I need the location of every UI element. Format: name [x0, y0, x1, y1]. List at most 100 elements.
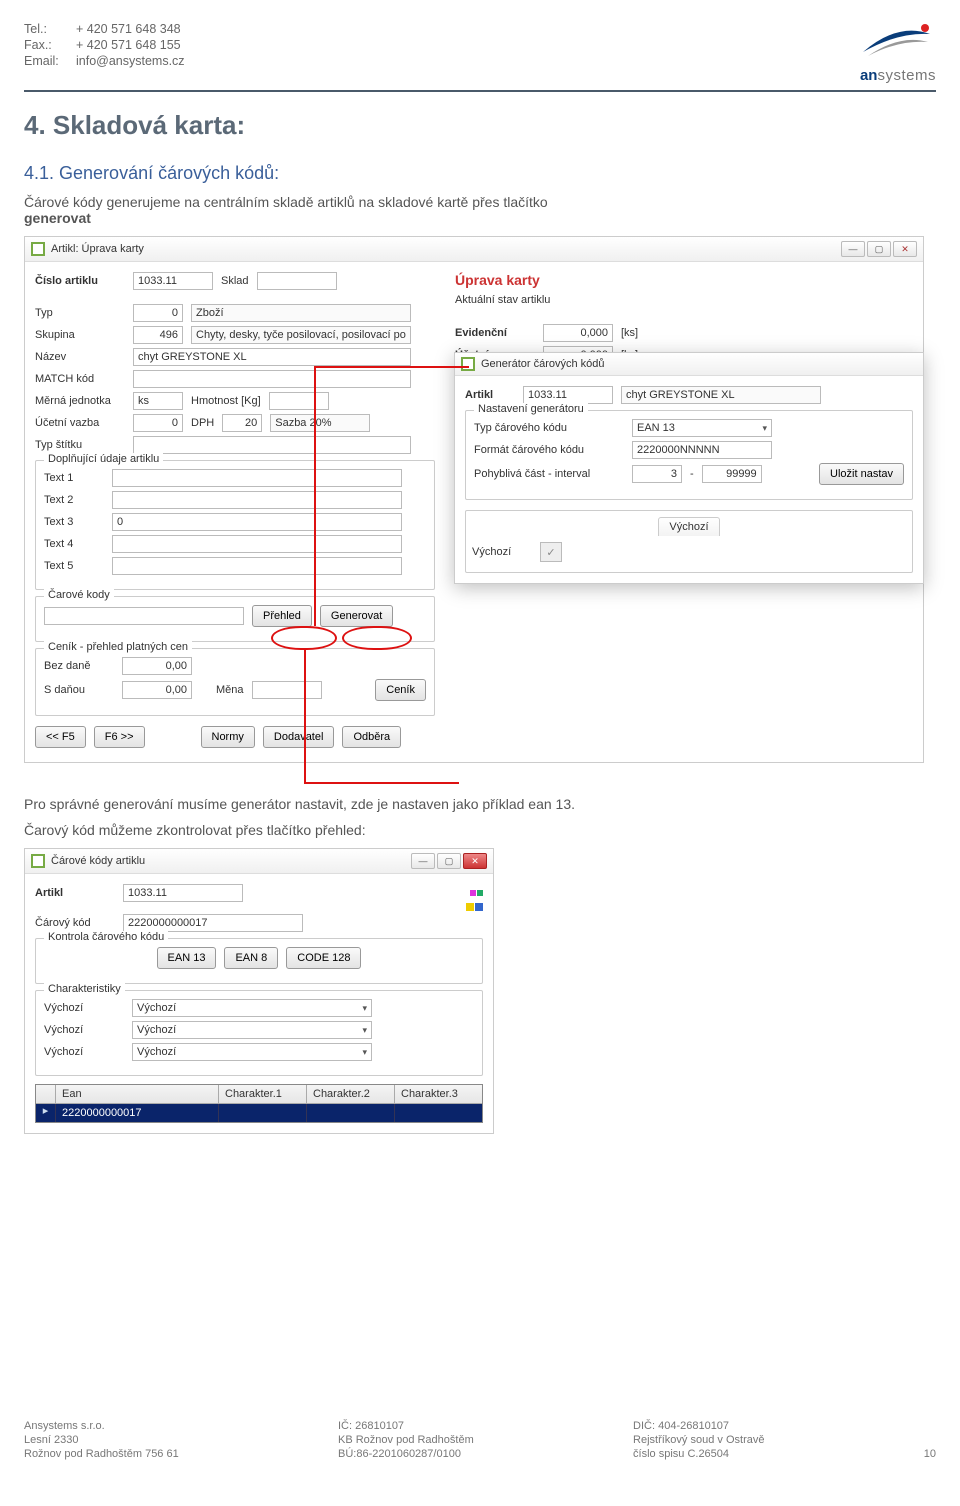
barcode-list-window: Čárové kódy artiklu — ▢ ✕ Artikl Čárový …	[24, 848, 494, 1134]
footer-c1a: Ansystems s.r.o.	[24, 1420, 179, 1432]
gen-int-to[interactable]	[702, 465, 762, 483]
hmotnost-input[interactable]	[269, 392, 329, 410]
footer-c2c: BÚ:86-2201060287/0100	[338, 1448, 474, 1460]
f5-button[interactable]: << F5	[35, 726, 86, 748]
brand-systems: systems	[877, 67, 936, 84]
typ-text	[191, 304, 411, 322]
skupina-text	[191, 326, 411, 344]
app-icon	[461, 357, 475, 371]
odbera-button[interactable]: Odběra	[342, 726, 401, 748]
uv-input[interactable]	[133, 414, 183, 432]
text4-input[interactable]	[112, 535, 402, 553]
text3-input[interactable]	[112, 513, 402, 531]
gen-format-input[interactable]	[632, 441, 772, 459]
gen-typ-combo[interactable]: EAN 13▾	[632, 419, 772, 437]
row-c1	[219, 1104, 307, 1122]
gen-typ-value: EAN 13	[637, 422, 675, 434]
uloz-nastav-button[interactable]: Uložit nastav	[819, 463, 904, 485]
gen-lbl-typ: Typ čárového kódu	[474, 422, 624, 434]
text1-input[interactable]	[112, 469, 402, 487]
cenik-button[interactable]: Ceník	[375, 679, 426, 701]
mj-input[interactable]	[133, 392, 183, 410]
close-button[interactable]: ✕	[463, 853, 487, 869]
gen-int-from[interactable]	[632, 465, 682, 483]
kody-group-char: Charakteristiky VýchozíVýchozí▾ VýchozíV…	[35, 990, 483, 1076]
kody-legend-char: Charakteristiky	[44, 983, 125, 995]
carove-input[interactable]	[44, 607, 244, 625]
brand-text: ansystems	[858, 67, 936, 84]
minimize-button[interactable]: —	[411, 853, 435, 869]
bezdane-input[interactable]	[122, 657, 192, 675]
gen-tab-vychozi[interactable]: Výchozí	[658, 517, 719, 536]
app-icon	[31, 854, 45, 868]
kody-combo-v3[interactable]: Výchozí▾	[132, 1043, 372, 1061]
kody-combo-v1[interactable]: Výchozí▾	[132, 999, 372, 1017]
minimize-button[interactable]: —	[841, 241, 865, 257]
normy-button[interactable]: Normy	[201, 726, 255, 748]
generator-title: Generátor čárových kódů	[481, 358, 917, 370]
col-c2[interactable]: Charakter.2	[307, 1085, 395, 1103]
check-icon: ✓	[546, 546, 555, 559]
app-icon	[31, 242, 45, 256]
match-input[interactable]	[133, 370, 411, 388]
typ-input[interactable]	[133, 304, 183, 322]
lbl-text2: Text 2	[44, 494, 104, 506]
kody-lbl-v2: Výchozí	[44, 1024, 124, 1036]
lbl-nazev: Název	[35, 351, 125, 363]
kody-kod-input[interactable]	[123, 914, 303, 932]
footer-c3a: DIČ: 404-26810107	[633, 1420, 764, 1432]
ean13-button[interactable]: EAN 13	[157, 947, 217, 969]
code128-button[interactable]: CODE 128	[286, 947, 361, 969]
prehled-button[interactable]: Přehled	[252, 605, 312, 627]
table-row[interactable]: ▸ 2220000000017	[36, 1104, 482, 1122]
skupina-input[interactable]	[133, 326, 183, 344]
callout-line-vert1	[314, 366, 316, 626]
footer-c3b: Rejstříkový soud v Ostravě	[633, 1434, 764, 1446]
kody-combo-v2[interactable]: Výchozí▾	[132, 1021, 372, 1039]
nazev-input[interactable]	[133, 348, 411, 366]
tel-label: Tel.:	[24, 22, 76, 36]
maximize-button[interactable]: ▢	[437, 853, 461, 869]
maximize-button[interactable]: ▢	[867, 241, 891, 257]
kody-artikl-input[interactable]	[123, 884, 243, 902]
f6-button[interactable]: F6 >>	[94, 726, 145, 748]
kody-legend-kontrola: Kontrola čárového kódu	[44, 931, 168, 943]
gen-vychozi-check[interactable]: ✓	[540, 542, 562, 562]
lbl-dph: DPH	[191, 417, 214, 429]
col-c3[interactable]: Charakter.3	[395, 1085, 482, 1103]
group-cenik: Ceník - přehled platných cen Bez daně S …	[35, 648, 435, 716]
sdanou-input[interactable]	[122, 681, 192, 699]
sklad-input[interactable]	[257, 272, 337, 290]
ean8-button[interactable]: EAN 8	[224, 947, 278, 969]
close-button[interactable]: ✕	[893, 241, 917, 257]
cislo-artiklu-input[interactable]	[133, 272, 213, 290]
gen-artikl-input[interactable]	[523, 386, 613, 404]
chevron-down-icon: ▾	[362, 1047, 367, 1058]
col-ean[interactable]: Ean	[56, 1085, 219, 1103]
gen-lbl-format: Formát čárového kódu	[474, 444, 624, 456]
lbl-stav: Aktuální stav artiklu	[455, 294, 550, 306]
doc-header: Tel.: + 420 571 648 348 Fax.: + 420 571 …	[24, 22, 936, 84]
callout-line-vert2	[304, 650, 306, 782]
group-doplnujici: Doplňující údaje artiklu Text 1 Text 2 T…	[35, 460, 435, 590]
text2-input[interactable]	[112, 491, 402, 509]
dph-text	[270, 414, 370, 432]
intro-bold: generovat	[24, 210, 91, 226]
dodavatel-button[interactable]: Dodavatel	[263, 726, 335, 748]
mena-input[interactable]	[252, 681, 322, 699]
gen-lbl-pohyb: Pohyblivá část - interval	[474, 468, 624, 480]
brand-an: an	[860, 67, 878, 84]
logo-swoosh-icon	[858, 22, 936, 62]
col-c1[interactable]: Charakter.1	[219, 1085, 307, 1103]
text5-input[interactable]	[112, 557, 402, 575]
footer-c2b: KB Rožnov pod Radhoštěm	[338, 1434, 474, 1446]
legend-doplnujici: Doplňující údaje artiklu	[44, 453, 163, 465]
dph-input[interactable]	[222, 414, 262, 432]
gen-int-sep: -	[690, 468, 694, 480]
stitek-input[interactable]	[133, 436, 411, 454]
lbl-skupina: Skupina	[35, 329, 125, 341]
lbl-hmotnost: Hmotnost [Kg]	[191, 395, 261, 407]
lbl-text1: Text 1	[44, 472, 104, 484]
generovat-button[interactable]: Generovat	[320, 605, 393, 627]
lbl-text5: Text 5	[44, 560, 104, 572]
